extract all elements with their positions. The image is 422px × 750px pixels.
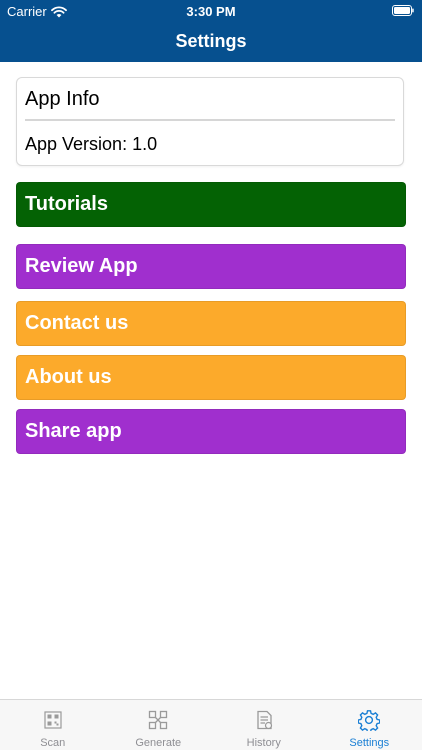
tab-generate[interactable]: Generate bbox=[106, 700, 212, 750]
tab-label: History bbox=[246, 737, 281, 749]
app-info-title: App Info bbox=[25, 88, 100, 110]
tab-label: Scan bbox=[40, 737, 66, 749]
gear-icon bbox=[358, 710, 381, 731]
qr-code-icon bbox=[44, 711, 62, 729]
share-app-button[interactable]: Share app bbox=[16, 409, 406, 454]
tab-label: Settings bbox=[349, 737, 390, 749]
status-bar: Carrier 3:30 PM bbox=[0, 0, 422, 22]
tutorials-button[interactable]: Tutorials bbox=[16, 182, 406, 227]
tab-scan[interactable]: Scan bbox=[0, 700, 106, 750]
navigation-bar: Carrier 3:30 PM Settings bbox=[0, 0, 422, 62]
app-info-card: App Info App Version: 1.0 bbox=[16, 77, 404, 166]
tab-label: Generate bbox=[135, 737, 182, 749]
history-document-icon bbox=[257, 710, 272, 730]
review-app-button[interactable]: Review App bbox=[16, 244, 406, 289]
app-info-divider bbox=[25, 119, 395, 121]
battery-icon bbox=[392, 5, 414, 16]
tab-history[interactable]: History bbox=[211, 700, 317, 750]
tab-settings[interactable]: Settings bbox=[317, 700, 422, 750]
page-title: Settings bbox=[175, 31, 247, 51]
status-time: 3:30 PM bbox=[186, 4, 236, 19]
contact-us-button[interactable]: Contact us bbox=[16, 301, 406, 346]
about-us-button[interactable]: About us bbox=[16, 355, 406, 400]
tab-bar: Scan Generate History Settings bbox=[0, 699, 422, 750]
generate-code-icon bbox=[149, 710, 168, 730]
app-version-label: App Version: 1.0 bbox=[25, 134, 158, 154]
